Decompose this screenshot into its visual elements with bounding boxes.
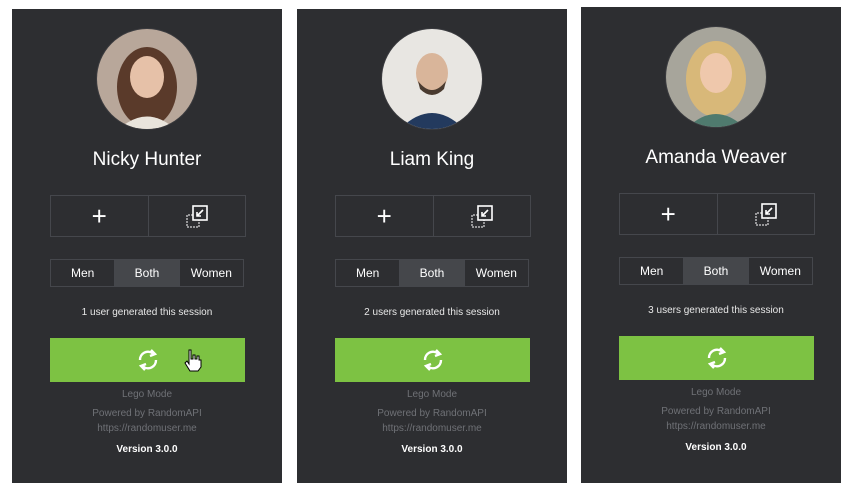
user-name: Liam King (389, 149, 475, 170)
version-label: Version 3.0.0 (685, 442, 747, 453)
user-card: Liam King + Men Both Women 2 users gener… (297, 9, 567, 483)
site-url-link[interactable]: https://randomuser.me (581, 421, 841, 432)
powered-by-text: Powered by RandomAPI (377, 408, 487, 419)
refresh-icon (707, 347, 726, 369)
open-link-button[interactable] (432, 196, 531, 236)
generate-button[interactable] (50, 338, 245, 382)
user-card: Amanda Weaver + Men Both Women 3 users g… (581, 7, 841, 483)
session-count: 3 users generated this session (648, 305, 784, 316)
lego-mode-link[interactable]: Lego Mode (581, 387, 841, 398)
lego-mode-link[interactable]: Lego Mode (12, 389, 282, 400)
user-name: Nicky Hunter (92, 149, 202, 170)
refresh-icon (423, 349, 442, 371)
gender-women-button[interactable]: Women (178, 260, 243, 286)
open-link-icon (186, 205, 208, 228)
avatar (666, 27, 766, 127)
add-user-button[interactable]: + (336, 196, 433, 236)
hand-cursor-icon (184, 349, 202, 372)
action-row: + (50, 195, 246, 237)
avatar (97, 29, 197, 129)
plus-icon: + (91, 201, 107, 231)
gender-men-button[interactable]: Men (620, 258, 683, 284)
gender-both-button[interactable]: Both (683, 258, 748, 284)
gender-both-button[interactable]: Both (399, 260, 464, 286)
gender-selector: Men Both Women (619, 257, 813, 285)
gender-selector: Men Both Women (335, 259, 529, 287)
version-label: Version 3.0.0 (401, 444, 463, 455)
add-user-button[interactable]: + (51, 196, 148, 236)
add-user-button[interactable]: + (620, 194, 717, 234)
avatar (382, 29, 482, 129)
open-link-button[interactable] (716, 194, 815, 234)
version-label: Version 3.0.0 (116, 444, 178, 455)
site-url-link[interactable]: https://randomuser.me (297, 423, 567, 434)
gender-men-button[interactable]: Men (51, 260, 114, 286)
lego-mode-link[interactable]: Lego Mode (297, 389, 567, 400)
site-url-link[interactable]: https://randomuser.me (12, 423, 282, 434)
generate-button[interactable] (335, 338, 530, 382)
generate-button[interactable] (619, 336, 814, 380)
action-row: + (335, 195, 531, 237)
powered-by-text: Powered by RandomAPI (92, 408, 202, 419)
action-row: + (619, 193, 815, 235)
gender-women-button[interactable]: Women (747, 258, 812, 284)
plus-icon: + (660, 199, 676, 229)
gender-both-button[interactable]: Both (114, 260, 179, 286)
gender-selector: Men Both Women (50, 259, 244, 287)
gender-men-button[interactable]: Men (336, 260, 399, 286)
powered-by-text: Powered by RandomAPI (661, 406, 771, 417)
user-name: Amanda Weaver (645, 147, 787, 168)
open-link-button[interactable] (147, 196, 246, 236)
refresh-icon (138, 349, 157, 371)
open-link-icon (755, 203, 777, 226)
open-link-icon (471, 205, 493, 228)
gender-women-button[interactable]: Women (463, 260, 528, 286)
user-card: Nicky Hunter + Men Both Women 1 user gen… (12, 9, 282, 483)
session-count: 1 user generated this session (81, 307, 213, 318)
plus-icon: + (376, 201, 392, 231)
session-count: 2 users generated this session (364, 307, 500, 318)
